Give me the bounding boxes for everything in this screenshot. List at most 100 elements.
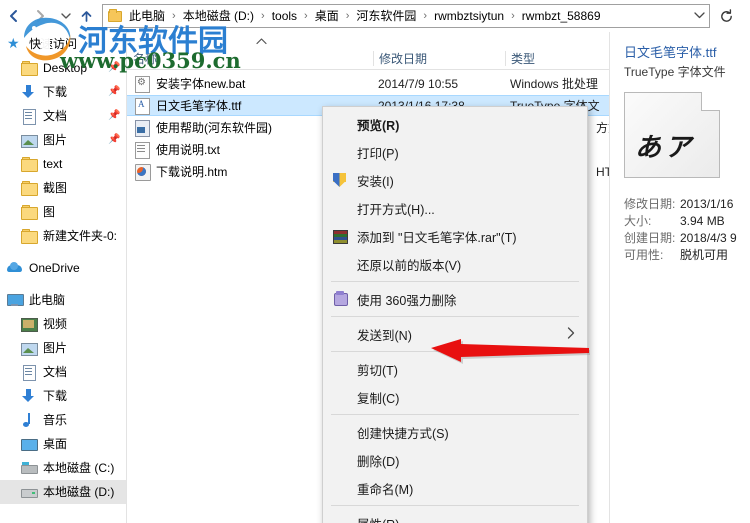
sidebar-item-music[interactable]: 音乐	[0, 408, 126, 432]
sidebar-item-label: 文档	[43, 109, 68, 123]
detail-value: 3.94 MB	[680, 214, 725, 228]
menu-item-label: 属性(R)	[357, 514, 399, 523]
context-menu[interactable]: 预览(R) 打印(P) 安装(I) 打开方式(H)... 添加到 "日文毛笔字体…	[322, 106, 588, 523]
pin-icon[interactable]: 📌	[108, 110, 120, 121]
detail-key: 大小:	[624, 214, 652, 228]
music-icon	[20, 412, 38, 428]
chm-file-icon	[133, 119, 151, 137]
breadcrumb-item-5[interactable]: rwmbztsiytun	[431, 6, 507, 26]
sidebar-item-tu[interactable]: 图	[0, 200, 126, 224]
ttf-file-icon	[133, 97, 151, 115]
sidebar-group-this-pc[interactable]: 此电脑	[0, 288, 126, 312]
menu-item-label: 预览(R)	[357, 118, 400, 133]
bat-file-icon	[133, 75, 151, 93]
detail-value: 2018/4/3 9	[680, 231, 737, 245]
sidebar-item-documents[interactable]: 文档 📌	[0, 104, 126, 128]
documents-icon	[20, 108, 38, 125]
menu-item-360-force-delete[interactable]: 使用 360强力删除	[323, 285, 587, 313]
folder-icon	[20, 60, 38, 76]
menu-item-add-to-rar[interactable]: 添加到 "日文毛笔字体.rar"(T)	[323, 222, 587, 250]
this-pc-icon	[6, 292, 24, 308]
folder-icon	[20, 204, 38, 220]
sidebar-item-label: 新建文件夹-0:	[43, 229, 118, 243]
watermark-site-url: www.pc0359.cn	[60, 48, 241, 73]
sidebar-item-pictures-pc[interactable]: 图片	[0, 336, 126, 360]
menu-item-label: 发送到(N)	[357, 328, 412, 343]
sidebar-item-documents-pc[interactable]: 文档	[0, 360, 126, 384]
menu-item-print[interactable]: 打印(P)	[323, 138, 587, 166]
sidebar-item-pictures[interactable]: 图片 📌	[0, 128, 126, 152]
menu-item-label: 使用 360强力删除	[357, 293, 457, 308]
menu-separator	[331, 281, 579, 282]
sidebar-item-videos[interactable]: 视频	[0, 312, 126, 336]
menu-item-label: 剪切(T)	[357, 363, 398, 378]
detail-key: 可用性:	[624, 248, 664, 262]
sidebar-group-label: 此电脑	[29, 293, 66, 307]
menu-item-preview[interactable]: 预览(R)	[323, 110, 587, 138]
videos-icon	[20, 316, 38, 332]
menu-item-label: 添加到 "日文毛笔字体.rar"(T)	[357, 230, 517, 245]
chevron-down-icon[interactable]	[689, 11, 709, 21]
folder-icon	[20, 228, 38, 244]
sidebar-item-label: 本地磁盘 (D:)	[43, 485, 115, 499]
sidebar-item-downloads-pc[interactable]: 下载	[0, 384, 126, 408]
menu-item-open-with[interactable]: 打开方式(H)...	[323, 194, 587, 222]
breadcrumb-separator: ›	[423, 10, 428, 22]
menu-item-properties[interactable]: 属性(R)	[323, 509, 587, 523]
breadcrumb-item-2[interactable]: tools	[269, 6, 300, 26]
sidebar-item-label: 文档	[43, 365, 68, 379]
table-row[interactable]: 安装字体new.bat 2014/7/9 10:55 Windows 批处理	[127, 73, 610, 94]
column-header-date[interactable]: 修改日期	[373, 49, 505, 69]
menu-separator	[331, 505, 579, 506]
menu-item-create-shortcut[interactable]: 创建快捷方式(S)	[323, 418, 587, 446]
menu-item-copy[interactable]: 复制(C)	[323, 383, 587, 411]
sidebar-item-label: 图	[43, 205, 56, 219]
navigation-pane[interactable]: 快速访问 Desktop 📌 下载 📌 文档 📌 图片 📌 text	[0, 32, 126, 523]
pictures-icon	[20, 132, 38, 148]
sidebar-item-label: 下载	[43, 85, 68, 99]
breadcrumb-item-6[interactable]: rwmbzt_58869	[519, 6, 604, 26]
system-drive-icon	[20, 460, 38, 476]
pin-icon[interactable]: 📌	[108, 134, 120, 145]
sidebar-item-text[interactable]: text	[0, 152, 126, 176]
sidebar-item-new-folder[interactable]: 新建文件夹-0:	[0, 224, 126, 248]
sidebar-item-screenshots[interactable]: 截图	[0, 176, 126, 200]
breadcrumb-item-3[interactable]: 桌面	[312, 6, 342, 26]
winrar-icon	[332, 228, 348, 244]
htm-file-icon	[133, 163, 151, 181]
sidebar-item-drive-c[interactable]: 本地磁盘 (C:)	[0, 456, 126, 480]
refresh-icon[interactable]	[714, 4, 738, 28]
menu-item-rename[interactable]: 重命名(M)	[323, 474, 587, 502]
onedrive-cloud-icon	[6, 260, 24, 276]
detail-prop-availability: 可用性: 脱机可用	[624, 247, 744, 264]
sidebar-group-label: OneDrive	[29, 261, 80, 275]
menu-item-label: 复制(C)	[357, 391, 400, 406]
detail-key: 修改日期:	[624, 197, 676, 211]
thumbnail-glyphs: あア	[635, 133, 696, 163]
sidebar-group-onedrive[interactable]: OneDrive	[0, 256, 126, 280]
column-header-type[interactable]: 类型	[505, 49, 610, 69]
details-file-name: 日文毛笔字体.ttf	[624, 45, 717, 60]
desktop-icon	[20, 436, 38, 452]
sidebar-item-drive-d[interactable]: 本地磁盘 (D:)	[0, 480, 126, 504]
details-pane: 日文毛笔字体.ttf TrueType 字体文件 あア 修改日期: 2013/1…	[609, 32, 750, 523]
documents-icon	[20, 364, 38, 381]
downloads-icon	[20, 388, 38, 404]
details-properties: 修改日期: 2013/1/16 大小: 3.94 MB 创建日期: 2018/4…	[624, 196, 744, 264]
sidebar-item-downloads[interactable]: 下载 📌	[0, 80, 126, 104]
menu-item-restore-previous-versions[interactable]: 还原以前的版本(V)	[323, 250, 587, 278]
sidebar-item-desktop-pc[interactable]: 桌面	[0, 432, 126, 456]
menu-item-install[interactable]: 安装(I)	[323, 166, 587, 194]
360-shredder-icon	[332, 291, 348, 307]
sidebar-item-label: 截图	[43, 181, 68, 195]
menu-item-delete[interactable]: 删除(D)	[323, 446, 587, 474]
detail-value: 2013/1/16	[680, 197, 734, 211]
breadcrumb-item-4[interactable]: 河东软件园	[353, 6, 419, 26]
detail-prop-modified: 修改日期: 2013/1/16	[624, 196, 744, 213]
sidebar-item-label: text	[43, 157, 63, 171]
uac-shield-icon	[332, 172, 348, 188]
menu-separator	[331, 414, 579, 415]
menu-item-label: 重命名(M)	[357, 482, 414, 497]
menu-item-label: 还原以前的版本(V)	[357, 258, 462, 273]
pin-icon[interactable]: 📌	[108, 86, 120, 97]
